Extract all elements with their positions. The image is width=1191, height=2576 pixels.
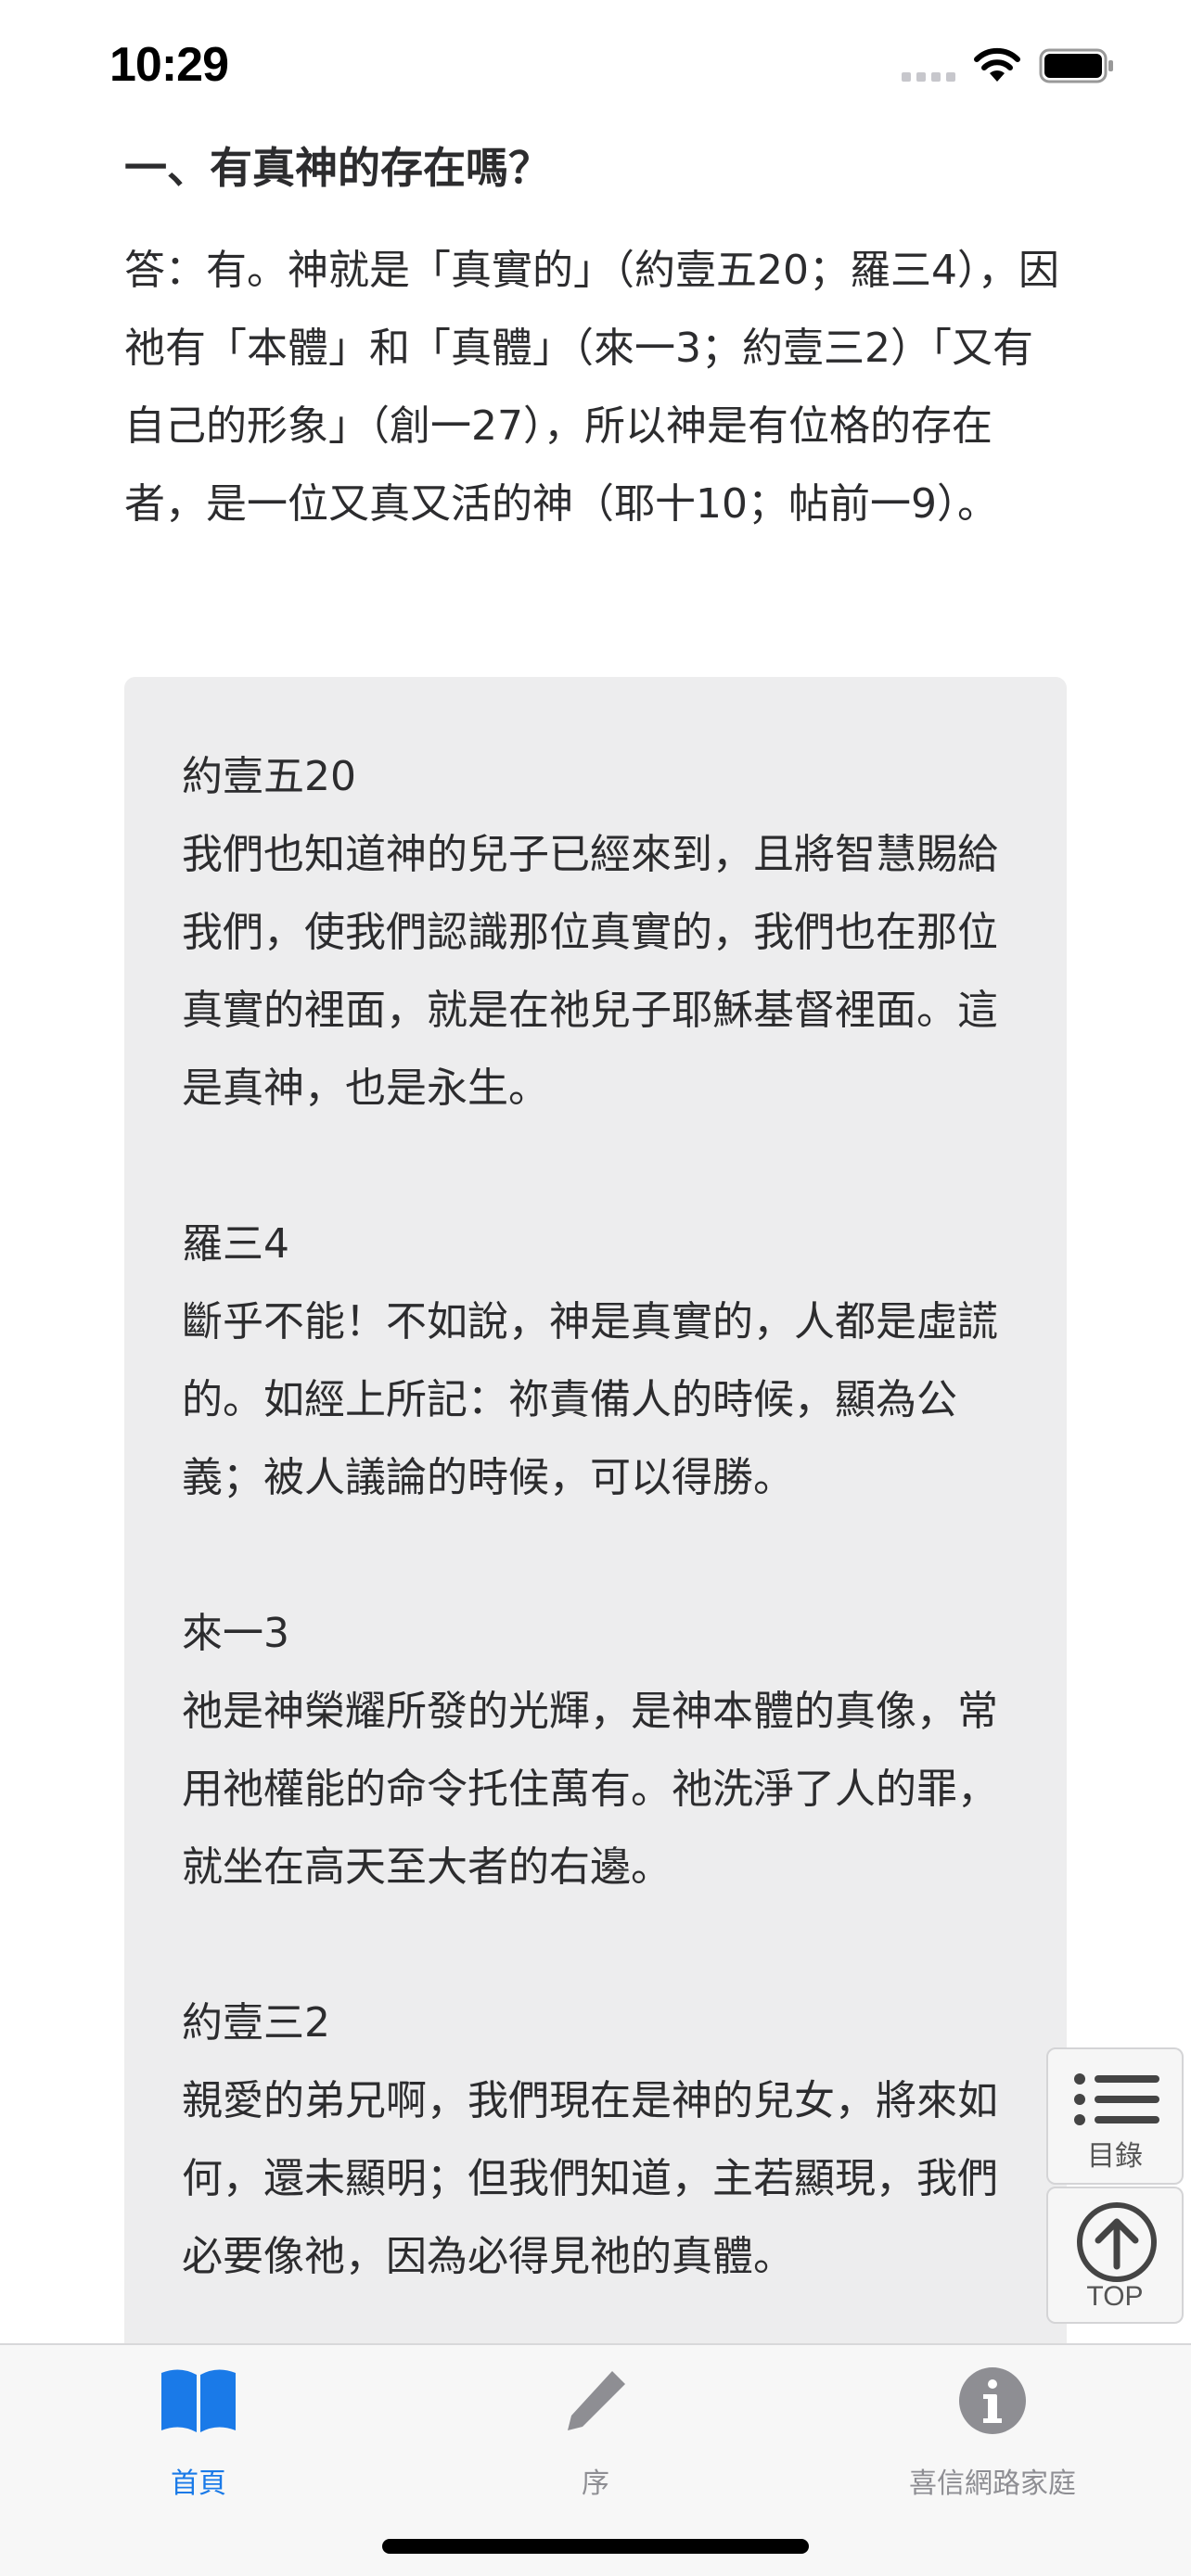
toc-label: 目錄 xyxy=(1087,2141,1143,2172)
verse-reference: 約壹五20 xyxy=(182,753,356,800)
verse-block: 約壹三2 親愛的弟兄啊，我們現在是神的兒女，將來如何，還未顯明；但我們知道，主若… xyxy=(182,1984,1017,2296)
question-heading: 一、有真神的存在嗎？ xyxy=(124,143,551,193)
pencil-icon xyxy=(568,2371,625,2430)
verse-block: 來一3 祂是神榮耀所發的光輝，是神本體的真像，常用祂權能的命令托住萬有。祂洗淨了… xyxy=(182,1595,1017,1906)
info-icon xyxy=(959,2367,1026,2434)
verse-box: 約壹五20 我們也知道神的兒子已經來到，且將智慧賜給我們，使我們認識那位真實的，… xyxy=(124,677,1067,2343)
book-icon xyxy=(161,2369,236,2432)
verse-text: 斷乎不能！不如說，神是真實的，人都是虛謊的。如經上所記：祢責備人的時候，顯為公義… xyxy=(182,1298,998,1501)
top-label: TOP xyxy=(1086,2281,1144,2312)
scroll-top-button[interactable]: TOP xyxy=(1046,2187,1184,2324)
cellular-signal-icon xyxy=(902,72,955,82)
toc-button[interactable]: 目錄 xyxy=(1046,2047,1184,2185)
verse-block: 約壹五20 我們也知道神的兒子已經來到，且將智慧賜給我們，使我們認識那位真實的，… xyxy=(182,738,1017,1128)
tab-home[interactable]: 首頁 xyxy=(0,2345,397,2531)
answer-text: 答：有。神就是「真實的」（約壹五20；羅三4），因祂有「本體」和「真體」（來一3… xyxy=(124,247,1059,528)
tab-home-label: 首頁 xyxy=(171,2468,226,2500)
verse-text: 親愛的弟兄啊，我們現在是神的兒女，將來如何，還未顯明；但我們知道，主若顯現，我們… xyxy=(182,2077,998,2280)
content-area[interactable]: 一、有真神的存在嗎？ 答：有。神就是「真實的」（約壹五20；羅三4），因祂有「本… xyxy=(0,130,1191,2343)
verse-text: 我們也知道神的兒子已經來到，且將智慧賜給我們，使我們認識那位真實的，我們也在那位… xyxy=(182,831,998,1112)
status-time: 10:29 xyxy=(109,38,229,92)
list-icon xyxy=(1074,2073,1159,2125)
verse-reference: 羅三4 xyxy=(182,1220,289,1268)
tab-about-label: 喜信網路家庭 xyxy=(909,2468,1076,2500)
battery-icon xyxy=(1039,48,1113,83)
verse-reference: 約壹三2 xyxy=(182,1999,330,2047)
verse-block: 羅三4 斷乎不能！不如說，神是真實的，人都是虛謊的。如經上所記：祢責備人的時候，… xyxy=(182,1205,1017,1517)
tab-about[interactable]: 喜信網路家庭 xyxy=(794,2345,1191,2531)
home-indicator[interactable] xyxy=(382,2539,809,2554)
arrow-up-circle-icon xyxy=(1077,2202,1157,2282)
verse-reference: 來一3 xyxy=(182,1610,289,1657)
tab-preface-label: 序 xyxy=(582,2468,609,2500)
tab-preface[interactable]: 序 xyxy=(397,2345,794,2531)
wifi-icon xyxy=(974,47,1020,82)
verse-text: 祂是神榮耀所發的光輝，是神本體的真像，常用祂權能的命令托住萬有。祂洗淨了人的罪，… xyxy=(182,1688,998,1891)
status-bar: 10:29 xyxy=(0,0,1191,130)
